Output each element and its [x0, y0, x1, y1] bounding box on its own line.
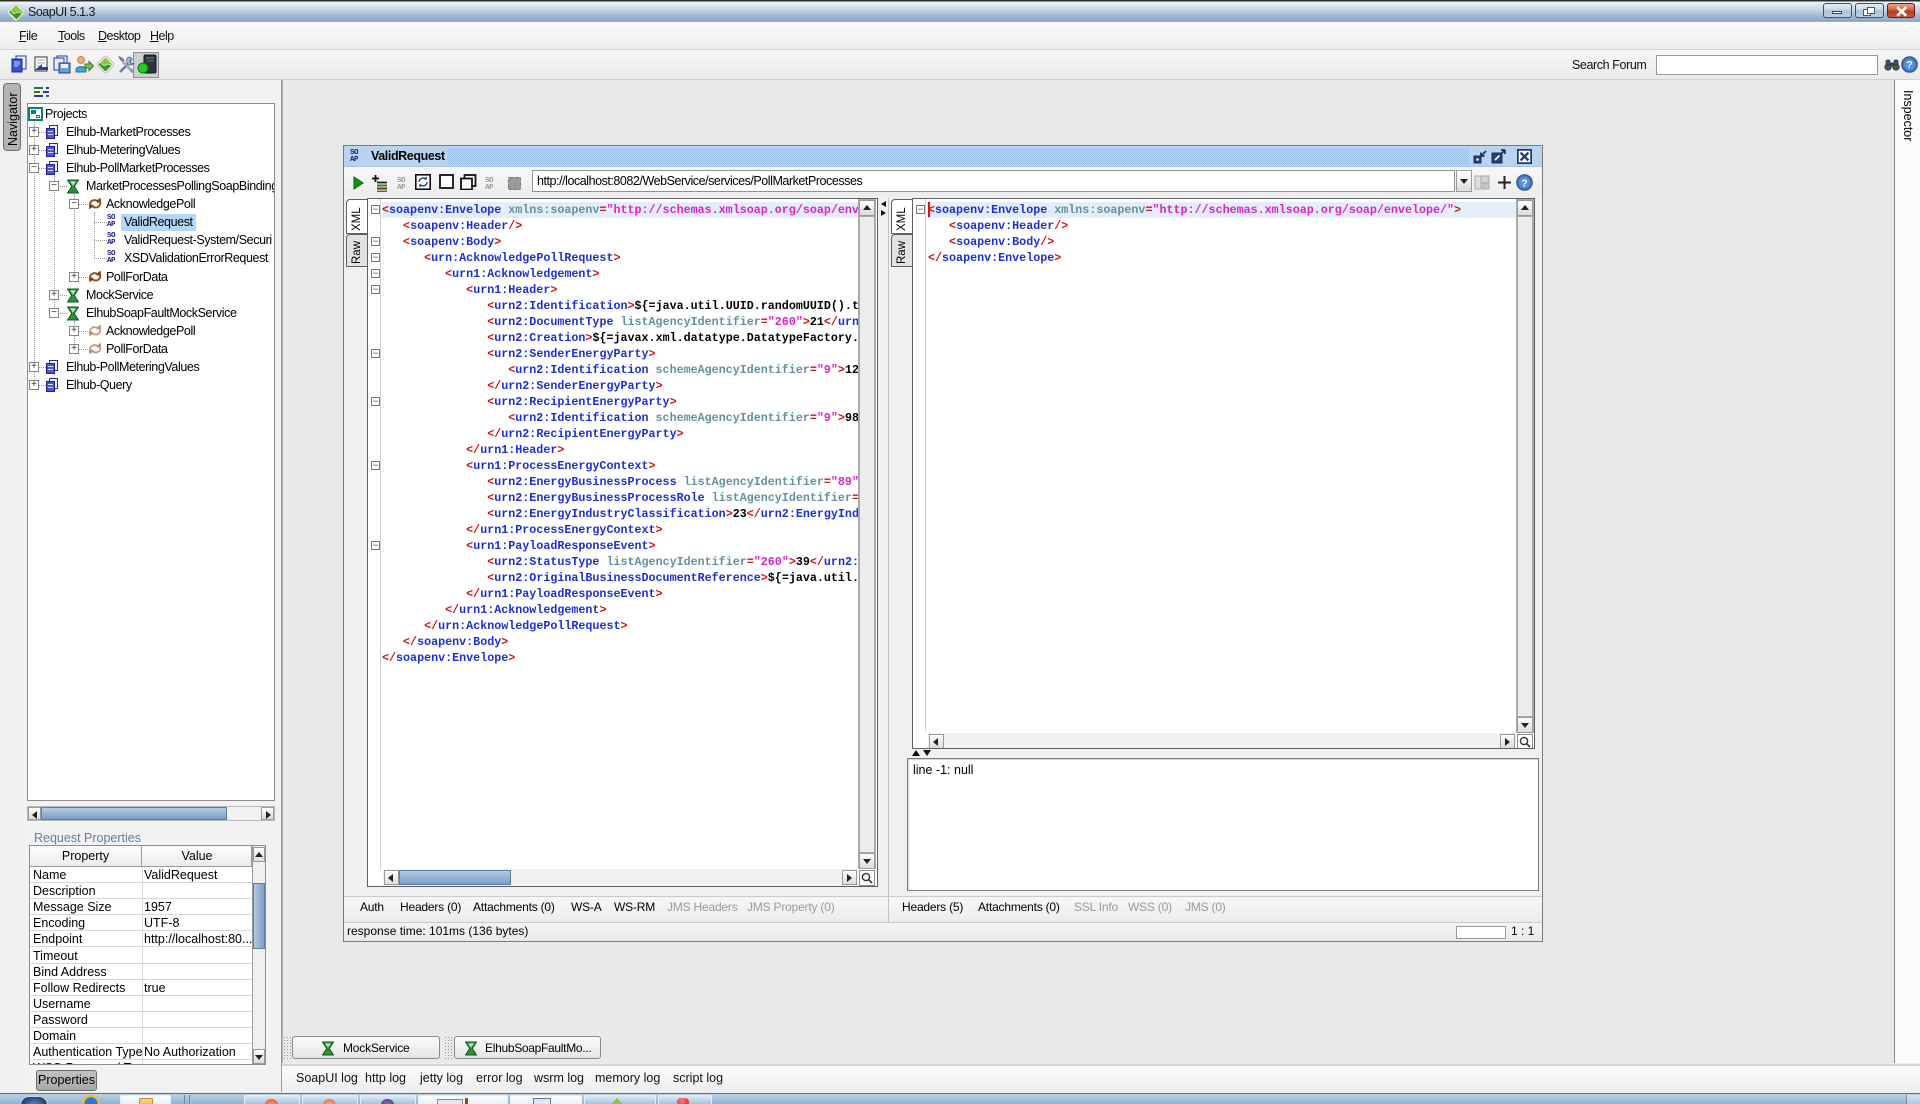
- svg-text:?: ?: [1906, 59, 1912, 71]
- svg-text:?: ?: [1521, 177, 1527, 189]
